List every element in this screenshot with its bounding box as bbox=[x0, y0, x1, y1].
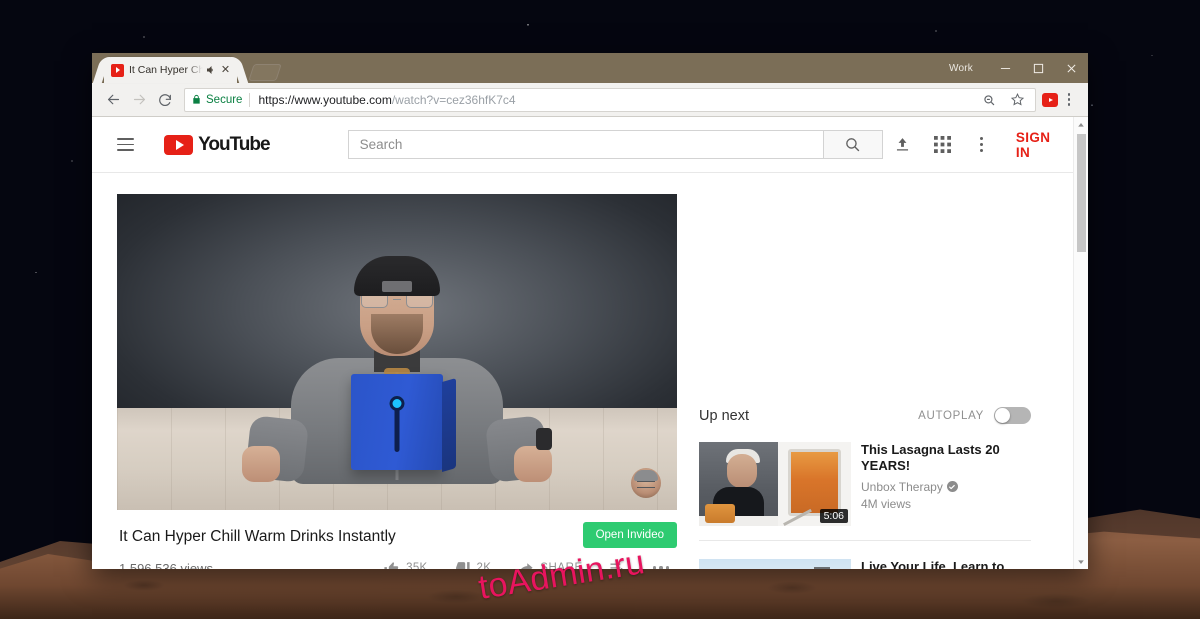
secondary-column: Up next AUTOPLAY 5:06 This Lasagna Lasts… bbox=[699, 194, 1059, 569]
search-area: Search bbox=[347, 130, 883, 159]
hamburger-icon[interactable] bbox=[109, 128, 142, 162]
omnibox-divider bbox=[249, 92, 251, 107]
video-metadata: Live Your Life. Learn to Code. bbox=[851, 559, 1031, 569]
star-icon[interactable] bbox=[1007, 90, 1027, 110]
primary-column: It Can Hyper Chill Warm Drinks Instantly… bbox=[117, 194, 677, 569]
browser-tab-active[interactable]: It Can Hyper Chill Wa ✕ bbox=[104, 57, 237, 83]
search-input[interactable]: Search bbox=[347, 130, 824, 159]
url-path: /watch?v=cez36hfK7c4 bbox=[391, 92, 516, 107]
url-text: https://www.youtube.com/watch?v=cez36hfK… bbox=[258, 93, 515, 107]
window-controls: Work bbox=[949, 53, 1088, 83]
channel-row: Unbox Therapy bbox=[861, 480, 1031, 494]
youtube-extension-icon[interactable] bbox=[1042, 92, 1058, 107]
forward-arrow-icon bbox=[126, 87, 152, 113]
page-scrollbar[interactable] bbox=[1073, 117, 1088, 569]
sign-in-button[interactable]: SIGN IN bbox=[1016, 130, 1066, 160]
apps-grid-icon[interactable] bbox=[922, 124, 962, 166]
speaker-icon[interactable] bbox=[205, 64, 217, 76]
player-person bbox=[242, 252, 552, 484]
up-next-header: Up next AUTOPLAY bbox=[699, 407, 1059, 424]
toggle-knob bbox=[995, 408, 1010, 423]
minimize-icon[interactable] bbox=[989, 53, 1022, 83]
address-bar[interactable]: Secure https://www.youtube.com/watch?v=c… bbox=[184, 87, 1036, 112]
thumbs-down-icon bbox=[455, 561, 470, 569]
video-view-count: 4M views bbox=[861, 496, 912, 511]
new-tab-button[interactable] bbox=[248, 64, 282, 81]
scroll-down-arrow-icon[interactable] bbox=[1074, 554, 1089, 569]
autoplay-control: AUTOPLAY bbox=[918, 407, 1059, 424]
masthead-actions: SIGN IN bbox=[883, 124, 1088, 166]
search-placeholder: Search bbox=[359, 137, 403, 152]
video-title-link[interactable]: This Lasagna Lasts 20 YEARS! bbox=[861, 442, 1031, 475]
list-item[interactable]: 5:06 This Lasagna Lasts 20 YEARS! Unbox … bbox=[699, 442, 1059, 526]
youtube-favicon-icon bbox=[111, 63, 124, 77]
search-button[interactable] bbox=[823, 130, 883, 159]
youtube-content: It Can Hyper Chill Warm Drinks Instantly… bbox=[92, 173, 1088, 569]
autoplay-toggle[interactable] bbox=[994, 407, 1031, 424]
channel-name[interactable]: Unbox Therapy bbox=[861, 480, 943, 494]
youtube-play-icon bbox=[164, 134, 194, 155]
thumbs-up-icon bbox=[384, 561, 399, 569]
youtube-masthead: YouTube Search SIGN IN bbox=[92, 117, 1088, 173]
omnibox-actions bbox=[979, 90, 1029, 110]
page-viewport: YouTube Search SIGN IN It Can Hyper Chil… bbox=[92, 117, 1088, 569]
browser-toolbar: Secure https://www.youtube.com/watch?v=c… bbox=[92, 83, 1088, 117]
video-metadata: This Lasagna Lasts 20 YEARS! Unbox Thera… bbox=[851, 442, 1031, 526]
browser-tab-strip: It Can Hyper Chill Wa ✕ Work bbox=[92, 53, 1088, 83]
reload-icon[interactable] bbox=[152, 87, 178, 113]
video-player[interactable] bbox=[117, 194, 677, 510]
video-title: It Can Hyper Chill Warm Drinks Instantly bbox=[119, 528, 396, 545]
video-thumbnail[interactable] bbox=[699, 559, 851, 569]
zoom-icon[interactable] bbox=[979, 90, 999, 110]
scroll-up-arrow-icon[interactable] bbox=[1074, 117, 1089, 132]
tab-title: It Can Hyper Chill Wa bbox=[129, 64, 203, 76]
tab-close-icon[interactable]: ✕ bbox=[219, 64, 232, 77]
profile-label[interactable]: Work bbox=[949, 63, 973, 74]
lock-icon bbox=[191, 94, 202, 105]
upload-icon[interactable] bbox=[883, 124, 923, 166]
more-dots-icon[interactable] bbox=[652, 566, 669, 569]
video-thumbnail[interactable]: 5:06 bbox=[699, 442, 851, 526]
like-button[interactable]: 35K bbox=[383, 560, 428, 569]
scrollbar-thumb[interactable] bbox=[1076, 134, 1086, 252]
channel-watermark-avatar[interactable] bbox=[631, 468, 661, 498]
thumbnail-image bbox=[699, 559, 851, 569]
youtube-more-icon[interactable] bbox=[962, 124, 1002, 166]
verified-badge-icon bbox=[946, 481, 958, 492]
youtube-logo[interactable]: YouTube bbox=[164, 133, 271, 156]
maximize-icon[interactable] bbox=[1022, 53, 1055, 83]
autoplay-label: AUTOPLAY bbox=[918, 409, 984, 422]
url-host: https://www.youtube.com bbox=[258, 92, 392, 107]
player-blue-product-box bbox=[351, 374, 456, 473]
security-label: Secure bbox=[206, 93, 243, 106]
video-title-row: It Can Hyper Chill Warm Drinks Instantly… bbox=[117, 510, 677, 548]
chrome-browser-window: It Can Hyper Chill Wa ✕ Work bbox=[92, 53, 1088, 569]
view-count: 1,596,536 views bbox=[119, 560, 213, 570]
like-count: 35K bbox=[406, 562, 428, 569]
list-divider bbox=[699, 540, 1031, 541]
video-title-link[interactable]: Live Your Life. Learn to Code. bbox=[861, 559, 1031, 569]
back-arrow-icon[interactable] bbox=[100, 87, 126, 113]
youtube-logo-text: YouTube bbox=[198, 133, 270, 155]
video-duration: 5:06 bbox=[819, 509, 848, 523]
close-icon[interactable] bbox=[1055, 53, 1088, 83]
list-item[interactable]: Live Your Life. Learn to Code. bbox=[699, 559, 1059, 569]
chrome-menu-icon[interactable] bbox=[1058, 88, 1080, 112]
up-next-label: Up next bbox=[699, 407, 749, 424]
